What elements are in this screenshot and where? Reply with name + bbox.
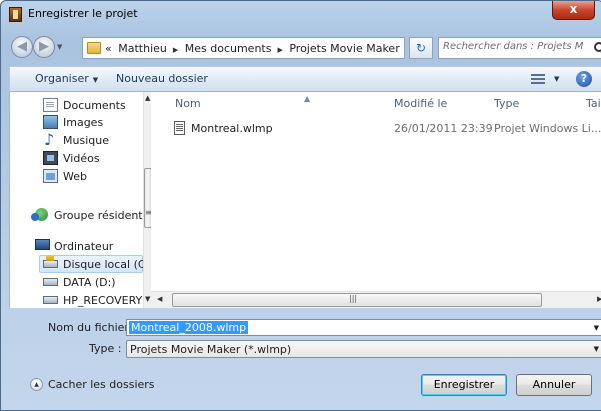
save-dialog-window: Enregistrer le projet x ◀ ▶ ▼ « Matthieu… — [0, 0, 601, 411]
organise-label: Organiser — [35, 72, 89, 85]
scrollbar-grip-icon: ||| — [349, 294, 358, 303]
column-header-type[interactable]: Type — [494, 97, 519, 110]
nav-item-label: Images — [63, 116, 104, 129]
hide-folders-label: Cacher les dossiers — [48, 378, 155, 391]
column-header-modified[interactable]: Modifié le — [394, 97, 447, 110]
nav-item-label: Disque local (C:) — [63, 258, 154, 271]
chevron-down-icon[interactable]: ▼ — [594, 345, 599, 353]
file-type-value: Projets Movie Maker (*.wlmp) — [130, 343, 292, 356]
search-icon[interactable] — [594, 42, 601, 52]
filename-value: Montreal_2008.wlmp — [129, 321, 249, 334]
breadcrumb-separator-icon[interactable]: ▶ — [173, 46, 178, 54]
images-icon — [43, 115, 58, 129]
title-bar: Enregistrer le projet x — [1, 1, 601, 29]
new-folder-button[interactable]: Nouveau dossier — [116, 72, 208, 85]
file-type: Projet Windows Li... — [494, 122, 601, 135]
nav-item-label: Groupe résidentiel — [54, 209, 156, 222]
search-box[interactable] — [438, 37, 601, 59]
nav-item-label: Web — [63, 170, 87, 183]
nav-item-label: Documents — [63, 99, 126, 112]
change-view-icon[interactable] — [531, 74, 545, 84]
table-row[interactable]: Montreal.wlmp 26/01/2011 23:39 Projet Wi… — [151, 119, 601, 139]
navigation-pane: Documents Images Musique Vidéos Web Grou… — [10, 92, 157, 310]
close-button[interactable]: x — [552, 1, 595, 20]
drive-icon — [43, 296, 58, 304]
back-button[interactable]: ◀ — [11, 36, 33, 58]
save-button[interactable]: Enregistrer — [421, 374, 507, 396]
address-bar[interactable]: « Matthieu ▶ Mes documents ▶ Projets Movie… — [82, 37, 477, 59]
column-header-name[interactable]: Nom ▲ — [175, 94, 310, 110]
nav-item-musique[interactable]: Musique — [10, 130, 140, 150]
nav-item-local-disk-c[interactable]: Disque local (C:) — [10, 255, 154, 274]
nav-item-hp-recovery[interactable]: HP_RECOVERY (E — [10, 292, 157, 310]
chevron-down-icon[interactable]: ▼ — [594, 324, 599, 332]
forward-button[interactable]: ▶ — [33, 36, 55, 58]
column-header-size[interactable]: Tail — [586, 97, 601, 110]
nav-item-documents[interactable]: Documents — [10, 97, 140, 115]
scroll-left-icon[interactable]: ◀ — [157, 295, 162, 303]
breadcrumb-overflow[interactable]: « — [105, 42, 112, 55]
document-icon — [43, 98, 58, 112]
nav-item-homegroup[interactable]: Groupe résidentiel — [10, 207, 156, 225]
toolbar: Organiser ▼ Nouveau dossier ▼ ? — [9, 66, 601, 92]
help-icon[interactable]: ? — [576, 71, 592, 87]
file-name: Montreal.wlmp — [191, 122, 273, 135]
type-label: Type : — [89, 342, 122, 355]
file-list: Nom ▲ Modifié le Type Tail Montreal.wlmp … — [151, 92, 601, 308]
homegroup-icon — [31, 208, 48, 221]
sort-ascending-icon: ▲ — [304, 94, 311, 103]
filename-field[interactable]: Montreal_2008.wlmp ▼ — [126, 319, 601, 336]
breadcrumb: « Matthieu ▶ Mes documents ▶ Projets Movie… — [105, 42, 403, 55]
nav-item-label: DATA (D:) — [63, 276, 116, 289]
movie-maker-app-icon — [9, 7, 22, 22]
file-type-select[interactable]: Projets Movie Maker (*.wlmp) ▼ — [126, 340, 601, 358]
nav-pane-scrollbar[interactable]: ▲ ≡ ▼ — [143, 92, 152, 308]
nav-item-videos[interactable]: Vidéos — [10, 150, 140, 168]
cancel-button[interactable]: Annuler — [516, 374, 592, 396]
web-icon — [43, 169, 58, 183]
breadcrumb-matthieu[interactable]: Matthieu — [118, 42, 167, 55]
browser-area: Documents Images Musique Vidéos Web Grou… — [9, 92, 601, 308]
scroll-up-icon[interactable]: ▲ — [145, 94, 150, 102]
filename-label: Nom du fichier : — [48, 321, 137, 334]
refresh-button[interactable]: ↻ — [409, 37, 433, 59]
address-row: ◀ ▶ ▼ « Matthieu ▶ Mes documents ▶ Projets… — [9, 34, 601, 62]
breadcrumb-mes-documents[interactable]: Mes documents — [185, 42, 272, 55]
music-icon — [43, 130, 58, 149]
nav-item-web[interactable]: Web — [10, 168, 140, 186]
nav-item-label: Musique — [63, 134, 109, 147]
recent-pages-arrow-icon[interactable]: ▼ — [57, 43, 62, 51]
scroll-down-icon[interactable]: ▼ — [145, 295, 150, 303]
window-title: Enregistrer le projet — [28, 7, 138, 20]
videos-icon — [43, 151, 58, 165]
drive-icon — [43, 278, 58, 286]
chevron-up-icon[interactable]: ▲ — [30, 378, 43, 391]
scroll-right-icon[interactable]: ▶ — [597, 295, 601, 303]
project-file-icon — [174, 121, 185, 135]
breadcrumb-projets-movie-maker[interactable]: Projets Movie Maker — [289, 42, 399, 55]
nav-item-label: Ordinateur — [54, 240, 114, 253]
local-disk-icon — [43, 255, 58, 268]
horizontal-scrollbar[interactable]: ◀ ||| ▶ — [151, 291, 601, 308]
view-options-dropdown-icon[interactable]: ▼ — [554, 75, 559, 83]
nav-item-computer[interactable]: Ordinateur — [10, 238, 140, 256]
computer-icon — [35, 239, 50, 250]
nav-item-data-d[interactable]: DATA (D:) — [10, 274, 140, 292]
column-name-label: Nom — [175, 97, 201, 110]
search-input[interactable] — [443, 41, 583, 52]
organise-menu-button[interactable]: Organiser ▼ — [35, 72, 98, 85]
breadcrumb-separator-icon[interactable]: ▶ — [277, 46, 282, 54]
file-modified: 26/01/2011 23:39 — [394, 122, 493, 135]
nav-item-label: Vidéos — [63, 152, 100, 165]
nav-item-images[interactable]: Images — [10, 114, 140, 132]
chevron-down-icon: ▼ — [92, 76, 99, 84]
folder-icon — [87, 42, 101, 54]
